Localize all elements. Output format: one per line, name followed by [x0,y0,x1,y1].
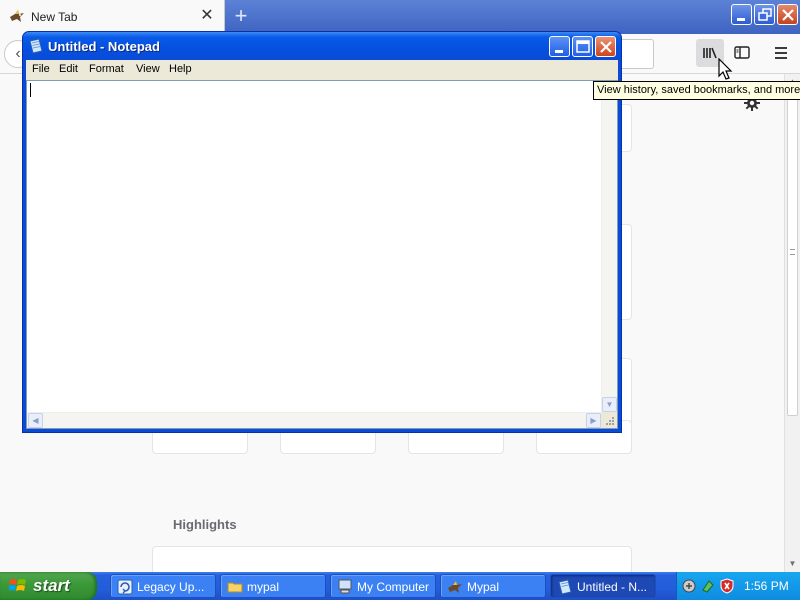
notepad-text-overlay: ▼ ◀ ▶ [27,81,617,428]
notepad-title: Untitled - Notepad [48,39,160,54]
notepad-icon [29,38,43,54]
notepad-maximize-button[interactable] [572,36,593,57]
highlights-heading: Highlights [173,517,237,532]
close-icon [600,41,612,53]
hamburger-menu-icon [775,47,787,59]
scroll-left-arrow-icon[interactable]: ◀ [28,413,43,428]
resize-grip-icon [606,417,614,425]
start-label: start [33,576,70,595]
tab-close-icon[interactable]: ✕ [199,8,215,24]
legacy-update-icon [117,579,133,595]
taskbar-button-legacy-update[interactable]: Legacy Up... [110,574,216,598]
notepad-horizontal-scrollbar[interactable]: ◀ ▶ [27,412,601,428]
scroll-down-arrow-icon[interactable]: ▼ [787,558,798,569]
page-scrollbar[interactable]: ▲ ▼ [784,74,800,572]
menu-view[interactable]: View [136,63,160,75]
notepad-close-button[interactable] [595,36,616,57]
menu-edit[interactable]: Edit [59,63,78,75]
start-button[interactable]: start [0,572,97,600]
close-icon [782,9,794,21]
my-computer-icon [338,579,352,594]
library-tooltip: View history, saved bookmarks, and more [593,81,800,100]
menu-file[interactable]: File [32,63,50,75]
task-label: Legacy Up... [137,580,205,594]
scroll-down-arrow-icon[interactable]: ▼ [602,397,617,412]
minimize-icon [737,18,745,21]
notepad-vertical-scrollbar[interactable]: ▼ [601,81,617,412]
task-label: mypal [247,580,280,594]
browser-minimize-button[interactable] [731,4,752,25]
notepad-menubar: File Edit Format View Help [26,60,618,80]
new-tab-button[interactable]: + [229,5,253,29]
windows-logo-icon [9,579,26,591]
safely-remove-icon[interactable] [700,578,716,594]
notepad-minimize-button[interactable] [549,36,570,57]
taskbar-button-mypal-folder[interactable]: mypal [220,574,326,598]
menu-format[interactable]: Format [89,63,124,75]
mypal-bird-icon [10,10,24,22]
scroll-right-arrow-icon[interactable]: ▶ [586,413,601,428]
scrollbar-thumb[interactable] [787,90,798,416]
mypal-bird-icon [448,581,462,593]
folder-icon [227,582,243,593]
minimize-icon [555,50,563,53]
tab-strip: New Tab ✕ + [0,0,800,34]
notepad-titlebar[interactable]: Untitled - Notepad [23,32,621,60]
menu-button[interactable] [767,39,795,67]
restore-icon [758,8,772,21]
tab-title: New Tab [31,10,78,24]
browser-restore-button[interactable] [754,4,775,25]
task-label: Mypal [467,580,500,594]
security-shield-icon[interactable] [719,578,735,594]
text-caret [30,83,31,97]
taskbar-button-my-computer[interactable]: My Computer [330,574,436,598]
menu-help[interactable]: Help [169,63,192,75]
taskbar-button-mypal-browser[interactable]: Mypal [440,574,546,598]
taskbar: start Legacy Up... mypal My Computer Myp… [0,572,800,600]
resize-grip[interactable] [601,412,617,428]
maximize-icon [576,40,590,53]
network-icon[interactable] [681,578,697,594]
task-label: Untitled - N... [577,580,648,594]
browser-close-button[interactable] [777,4,798,25]
scrollbar-grip [790,249,795,255]
mouse-cursor-icon [718,58,733,80]
notepad-icon [558,579,572,595]
system-tray: 1:56 PM [676,572,800,600]
notepad-window[interactable]: Untitled - Notepad File Edit Format View… [22,31,622,433]
tab-new-tab[interactable]: New Tab ✕ [0,0,225,34]
clock[interactable]: 1:56 PM [744,579,789,593]
task-label: My Computer [357,580,430,594]
taskbar-button-notepad[interactable]: Untitled - N... [550,574,656,598]
